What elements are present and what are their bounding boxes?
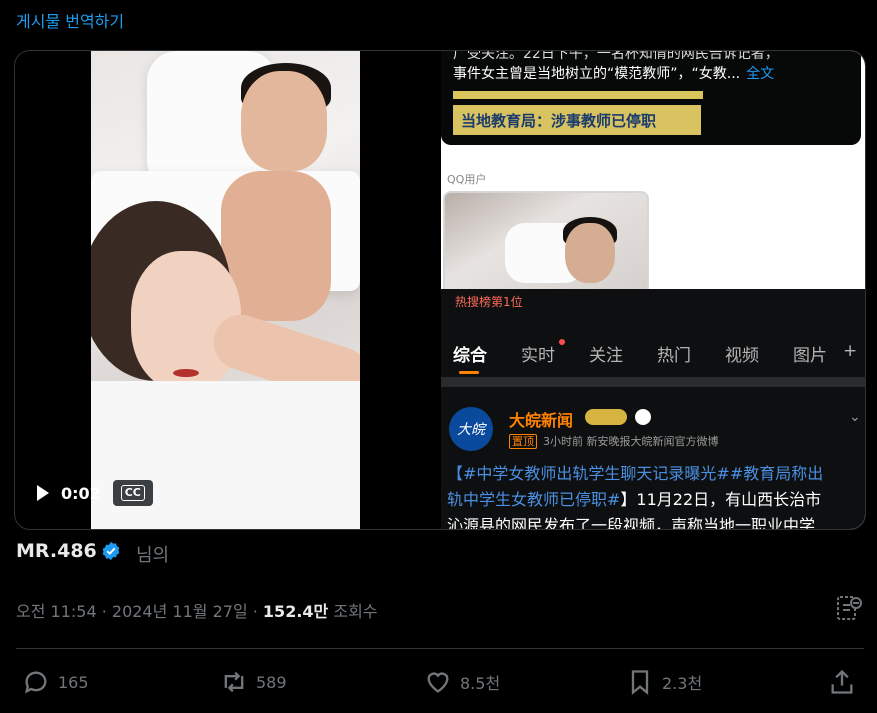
tab-images: 图片 <box>793 346 827 366</box>
post-timestamp: 오전 11:54 · 2024년 11월 27일 · 152.4만 조회수 <box>16 598 378 622</box>
retweet-button[interactable]: 589 <box>220 668 287 696</box>
heart-icon <box>427 672 449 693</box>
body-line: 沁源县的网民发布了一段视频，声称当地一职业中学 <box>447 516 816 529</box>
bed-sheet <box>91 381 360 529</box>
cut-line: 广受关注。22日下午，一名杯知情的网民告诉记者， <box>453 51 779 62</box>
action-bar: 165 589 8.5천 2.3천 <box>0 668 877 702</box>
tab-realtime-label: 实时 <box>521 346 555 366</box>
bookmark-count: 2.3천 <box>662 674 703 693</box>
media-container[interactable]: 0:02 CC 广受关注。22日下午，一名杯知情的网民告诉记者， 事件女主曾是当… <box>14 50 866 530</box>
reply-count: 165 <box>58 672 89 692</box>
news-banner: 当地教育局：涉事教师已停职 <box>453 105 701 135</box>
view-label: 조회수 <box>328 602 378 621</box>
divider-bar <box>441 377 865 387</box>
bookmark-button[interactable]: 2.3천 <box>626 668 702 696</box>
tab-follow: 关注 <box>589 346 623 366</box>
captions-button[interactable]: CC <box>112 480 153 506</box>
share-button[interactable] <box>828 668 856 696</box>
thumb-head <box>565 223 615 283</box>
screenshot-image[interactable]: 广受关注。22日下午，一名杯知情的网民告诉记者， 事件女主曾是当地树立的“模范教… <box>441 51 865 529</box>
reply-icon <box>24 671 47 694</box>
pinned-tag: 置顶 <box>509 434 537 449</box>
hot-search-label: 热搜榜第1位 <box>455 295 523 309</box>
analytics-icon[interactable] <box>836 595 862 621</box>
view-count: 152.4만 <box>262 602 329 621</box>
tab-realtime: 实时 <box>521 339 589 366</box>
divider <box>16 648 864 649</box>
author-name[interactable]: MR.486 <box>16 540 97 562</box>
account-name: 大皖新闻 <box>509 411 574 430</box>
video-player[interactable] <box>91 51 360 529</box>
body-text: 】11月22日，有山西长治市 <box>620 490 822 509</box>
level-badge <box>585 409 627 425</box>
tab-video: 视频 <box>725 346 759 366</box>
retweet-icon <box>224 671 244 693</box>
play-icon[interactable] <box>37 485 49 501</box>
weibo-body: 【#中学女教师出轨学生聊天记录曝光##教育局称出 轨中学生女教师已停职#】11月… <box>447 461 863 529</box>
notification-dot <box>559 339 565 345</box>
weibo-screenshot: 热搜榜第1位 综合 实时 关注 热门 视频 图片 + 大皖 大皖新闻 ⌄ 置顶 3… <box>441 289 865 529</box>
bookmark-icon <box>631 670 649 695</box>
verified-badge-icon <box>102 541 120 561</box>
banner-strip <box>453 91 703 99</box>
news-avatar: 大皖 <box>449 407 493 451</box>
panda-icon <box>635 409 651 425</box>
tab-comprehensive: 综合 <box>453 341 521 374</box>
translate-post-link[interactable]: 게시물 번역하기 <box>16 8 124 32</box>
news-teaser: 事件女主曾是当地树立的“模范教师”，“女教... 全文 <box>453 63 774 83</box>
full-text-link: 全文 <box>746 66 775 82</box>
reply-button[interactable]: 165 <box>22 668 89 696</box>
body-hashtag: 轨中学生女教师已停职# <box>447 490 621 509</box>
post-time[interactable]: 오전 11:54 · 2024년 11월 27일 · <box>16 602 263 621</box>
qq-user-label: QQ用户 <box>447 173 487 186</box>
chevron-down-icon: ⌄ <box>849 409 861 425</box>
share-icon <box>831 669 853 694</box>
video-time: 0:02 <box>61 483 101 503</box>
body-line: 轨中学生女教师已停职#】11月22日，有山西长治市 <box>447 487 863 513</box>
meta-text: 3小时前 新安晚报大皖新闻官方微博 <box>543 435 719 448</box>
like-button[interactable]: 8.5천 <box>424 668 500 696</box>
boy-head <box>241 71 327 171</box>
weibo-tabs: 综合 实时 关注 热门 视频 图片 + <box>453 339 865 374</box>
post-meta: 置顶 3小时前 新安晚报大皖新闻官方微博 <box>509 433 719 449</box>
video-controls: 0:02 CC <box>37 480 153 506</box>
tab-hot: 热门 <box>657 346 691 366</box>
body-line: 【#中学女教师出轨学生聊天记录曝光##教育局称出 <box>447 464 824 483</box>
like-count: 8.5천 <box>460 674 501 693</box>
captions-label: CC <box>120 485 145 501</box>
video-thumbnail <box>443 191 649 295</box>
woman-lips <box>173 369 199 377</box>
news-card: 广受关注。22日下午，一名杯知情的网民告诉记者， 事件女主曾是当地树立的“模范教… <box>441 51 861 145</box>
author-suffix: 님의 <box>136 545 170 566</box>
retweet-count: 589 <box>256 672 287 692</box>
tab-plus: + <box>843 341 858 361</box>
author-line: MR.486 <box>16 540 121 562</box>
news-teaser-text: 事件女主曾是当地树立的“模范教师”，“女教... <box>453 66 741 82</box>
